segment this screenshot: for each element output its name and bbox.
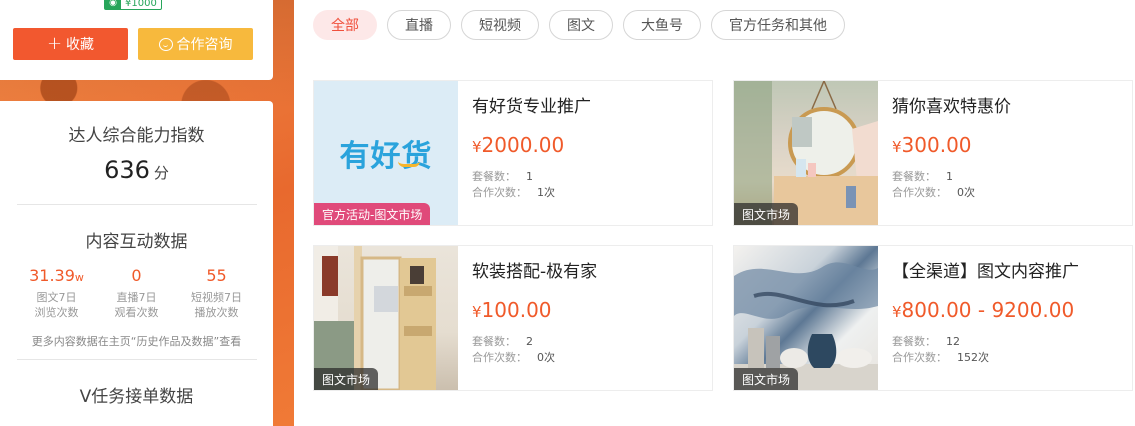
ability-score: 636 分 — [0, 156, 273, 184]
service-thumbnail: 图文市场 — [734, 246, 878, 390]
metric-value: 55 — [206, 266, 227, 285]
service-thumbnail: 图文市场 — [734, 81, 878, 225]
stats-card: 达人综合能力指数 636 分 内容互动数据 31.39w 图文7日 浏览次数 0 直… — [0, 101, 273, 426]
filter-official-other[interactable]: 官方任务和其他 — [711, 10, 845, 40]
filter-dayu[interactable]: 大鱼号 — [623, 10, 701, 40]
collect-button[interactable]: + 收藏 — [13, 28, 128, 60]
collect-button-label: 收藏 — [66, 37, 95, 53]
metric-value: 0 — [131, 266, 142, 285]
ability-score-unit: 分 — [153, 164, 169, 182]
metric-unit: w — [74, 271, 84, 284]
metric-label: 直播7日 观看次数 — [114, 291, 159, 319]
ability-index-title: 达人综合能力指数 — [68, 126, 205, 146]
interaction-metrics: 31.39w 图文7日 浏览次数 0 直播7日 观看次数 55 短视频7日 播放次数 — [22, 266, 252, 320]
coop-count: 合作次数： 0次 — [892, 186, 975, 199]
vtask-data-title: V任务接单数据 — [79, 387, 194, 407]
service-title: 猜你喜欢特惠价 — [892, 97, 1011, 117]
price-tag: ◉ ¥1000 — [104, 0, 162, 10]
youhaohuo-logo: 有好货 — [339, 139, 433, 174]
coop-count: 合作次数： 152次 — [892, 351, 989, 364]
service-title: 软装搭配-极有家 — [472, 262, 598, 282]
service-price: ¥2000.00 — [472, 133, 565, 157]
filter-short-video[interactable]: 短视频 — [461, 10, 539, 40]
main-content: 全部 直播 短视频 图文 大鱼号 官方任务和其他 有好货 官方活动-图文市场 有… — [294, 0, 1135, 426]
service-card[interactable]: 图文市场 软装搭配-极有家 ¥100.00 套餐数： 2 合作次数： 0次 — [313, 245, 713, 391]
coop-consult-button-label: 合作咨询 — [176, 37, 233, 53]
metric-live-views: 0 直播7日 观看次数 — [102, 266, 172, 320]
package-count: 套餐数： 1 — [892, 170, 953, 183]
coop-consult-button[interactable]: 合作咨询 — [138, 28, 253, 60]
package-count: 套餐数： 1 — [472, 170, 533, 183]
service-title: 有好货专业推广 — [472, 97, 591, 117]
divider — [16, 359, 257, 360]
service-card[interactable]: 有好货 官方活动-图文市场 有好货专业推广 ¥2000.00 套餐数： 1 合作次… — [313, 80, 713, 226]
metric-label: 图文7日 浏览次数 — [34, 291, 79, 319]
market-tag: 官方活动-图文市场 — [314, 203, 431, 225]
service-card[interactable]: 图文市场 【全渠道】图文内容推广 ¥800.00 - 9200.00 套餐数： 1… — [733, 245, 1133, 391]
plus-icon: + — [46, 33, 63, 54]
profile-card: ◉ ¥1000 + 收藏 合作咨询 — [0, 0, 273, 80]
service-title: 【全渠道】图文内容推广 — [892, 262, 1079, 282]
chat-smile-icon — [158, 37, 173, 51]
filter-bar: 全部 直播 短视频 图文 大鱼号 官方任务和其他 — [313, 10, 845, 40]
package-count: 套餐数： 2 — [472, 335, 533, 348]
service-price: ¥100.00 — [472, 298, 552, 322]
more-data-note: 更多内容数据在主页“历史作品及数据”查看 — [31, 335, 242, 348]
coop-count: 合作次数： 1次 — [472, 186, 555, 199]
service-thumbnail: 有好货 官方活动-图文市场 — [314, 81, 458, 225]
divider — [16, 204, 257, 205]
metric-label: 短视频7日 播放次数 — [191, 291, 242, 319]
metric-article-views: 31.39w 图文7日 浏览次数 — [22, 266, 92, 320]
service-card[interactable]: 图文市场 猜你喜欢特惠价 ¥300.00 套餐数： 1 合作次数： 0次 — [733, 80, 1133, 226]
market-tag: 图文市场 — [734, 203, 799, 225]
package-count: 套餐数： 12 — [892, 335, 960, 348]
service-price: ¥800.00 - 9200.00 — [892, 298, 1075, 322]
metric-video-plays: 55 短视频7日 播放次数 — [182, 266, 252, 320]
filter-all[interactable]: 全部 — [313, 10, 377, 40]
service-thumbnail: 图文市场 — [314, 246, 458, 390]
market-tag: 图文市场 — [734, 368, 799, 390]
coop-count: 合作次数： 0次 — [472, 351, 555, 364]
price-tag-label: ¥1000 — [125, 0, 157, 9]
ability-score-value: 636 — [104, 156, 150, 184]
wechat-icon: ◉ — [105, 0, 121, 9]
metric-value: 31.39 — [29, 266, 75, 285]
service-price: ¥300.00 — [892, 133, 972, 157]
filter-live[interactable]: 直播 — [387, 10, 451, 40]
market-tag: 图文市场 — [314, 368, 379, 390]
filter-article[interactable]: 图文 — [549, 10, 613, 40]
interaction-data-title: 内容互动数据 — [85, 232, 188, 252]
